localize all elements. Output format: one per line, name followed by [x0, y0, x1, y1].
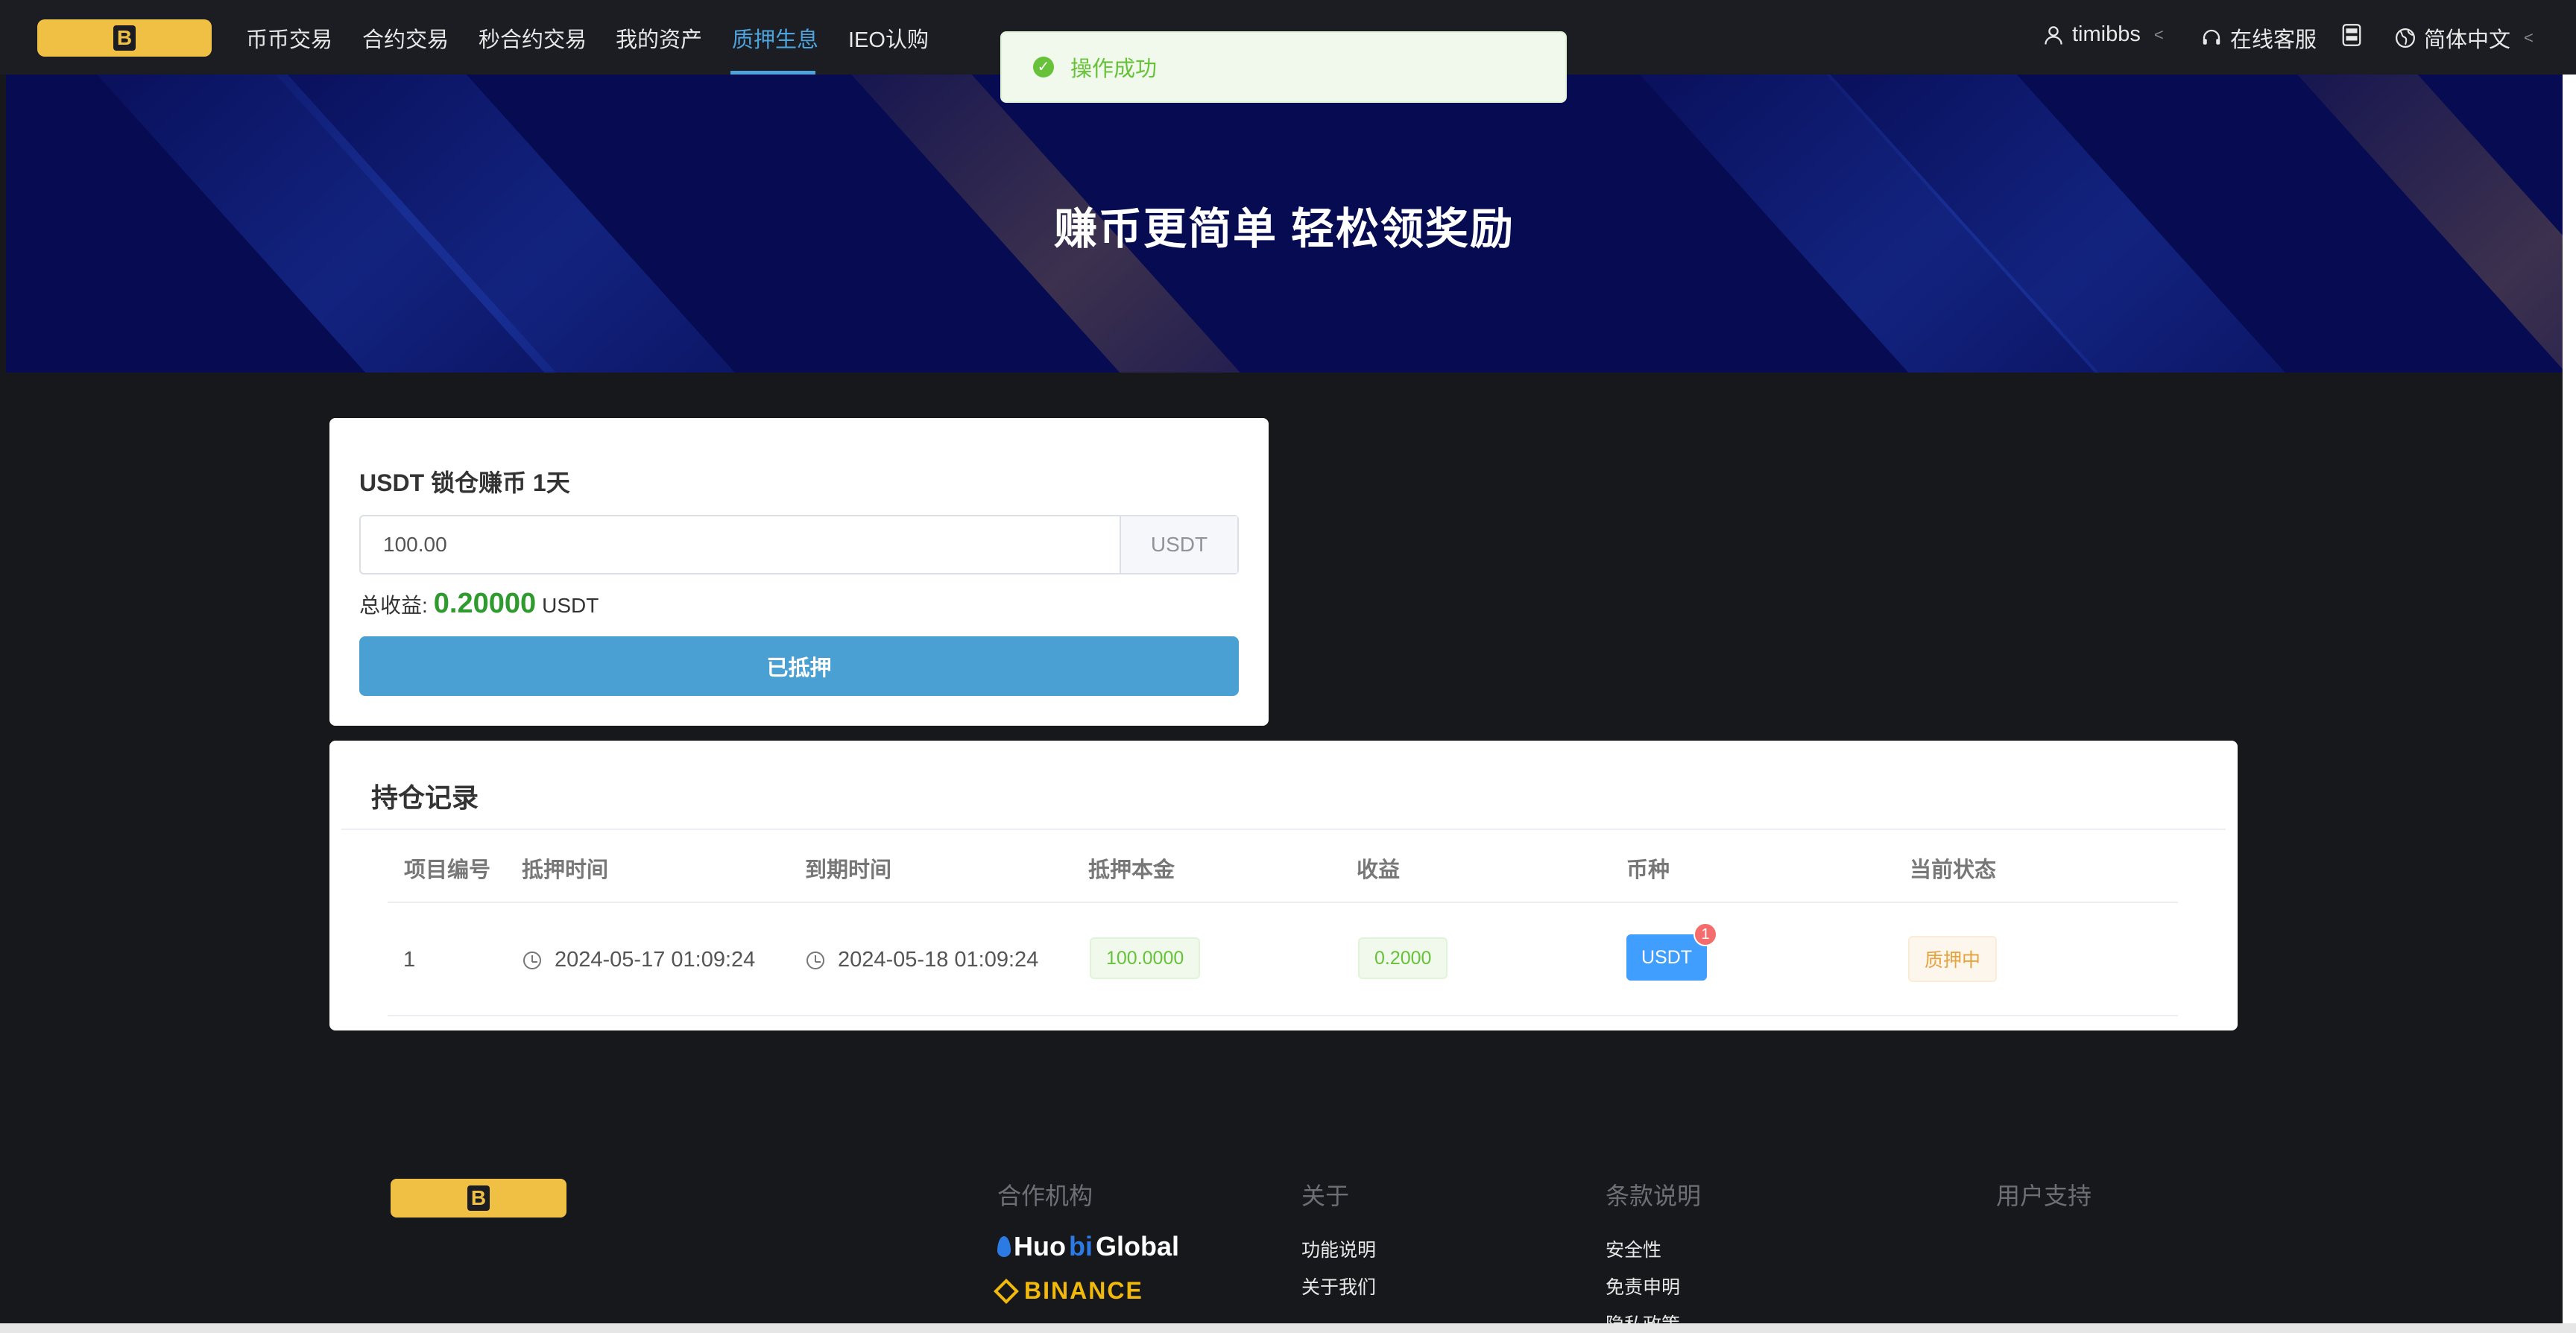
- online-support[interactable]: 在线客服: [2200, 22, 2317, 54]
- chevron-left-icon: <: [2524, 28, 2534, 47]
- nav-item-my-assets[interactable]: 我的资产: [616, 22, 702, 54]
- footer-about-title: 关于: [1301, 1182, 1350, 1209]
- headset-icon: [2203, 29, 2220, 45]
- brand-logo[interactable]: B: [37, 19, 212, 57]
- clock-icon: [523, 951, 541, 969]
- logo-mark: B: [467, 1185, 490, 1211]
- footer-logo[interactable]: B: [391, 1179, 566, 1218]
- end-time-text: 2024-05-18 01:09:24: [838, 948, 1039, 972]
- check-circle-icon: ✓: [1033, 57, 1054, 77]
- success-toast: ✓ 操作成功: [1000, 31, 1567, 103]
- status-badge: 质押中: [1908, 936, 1998, 982]
- download-app-button[interactable]: [2340, 22, 2363, 48]
- profit-value: 0.20000: [433, 588, 537, 619]
- clock-icon: [806, 951, 824, 969]
- row-divider: [388, 1015, 2178, 1016]
- footer-terms-title: 条款说明: [1606, 1182, 1702, 1209]
- profit-tag: 0.2000: [1358, 937, 1448, 979]
- divider: [341, 829, 2226, 830]
- column-header-end-time: 到期时间: [805, 858, 892, 882]
- cell-start-time: 2024-05-17 01:09:24: [523, 948, 755, 972]
- nav-item-contract-trading[interactable]: 合约交易: [362, 22, 449, 54]
- username: timibbs: [2072, 22, 2141, 46]
- column-header-status: 当前状态: [1910, 858, 1997, 882]
- stake-form-card: USDT 锁仓赚币 1天 USDT 总收益: 0.20000 USDT 已抵押: [329, 418, 1269, 726]
- stake-title: USDT 锁仓赚币 1天: [359, 469, 570, 496]
- toast-message: 操作成功: [1070, 57, 1158, 81]
- column-header-coin: 币种: [1626, 858, 1670, 882]
- footer-partners-title: 合作机构: [997, 1182, 1093, 1209]
- principal-tag: 100.0000: [1090, 937, 1201, 979]
- amount-field[interactable]: USDT: [359, 515, 1239, 574]
- chevron-left-icon: <: [2153, 25, 2164, 44]
- flame-icon: [997, 1236, 1011, 1257]
- start-time-text: 2024-05-17 01:09:24: [555, 948, 756, 972]
- scrollbar-track[interactable]: [2563, 75, 2576, 1333]
- globe-icon: [2396, 28, 2415, 48]
- window-bottom-edge: [0, 1323, 2576, 1333]
- amount-input[interactable]: [361, 516, 1120, 573]
- banner-title: 赚币更简单 轻松领奖励: [1053, 205, 1515, 253]
- language-label: 简体中文: [2424, 28, 2511, 52]
- cell-end-time: 2024-05-18 01:09:24: [806, 948, 1038, 972]
- nav-item-staking[interactable]: 质押生息: [732, 22, 818, 54]
- column-header-principal: 抵押本金: [1088, 858, 1175, 882]
- notification-badge: 1: [1693, 922, 1717, 946]
- binance-logo: BINANCE: [994, 1277, 1143, 1305]
- table-header-divider: [388, 902, 2178, 903]
- user-icon: [2045, 25, 2062, 45]
- nav-item-ieo[interactable]: IEO认购: [848, 22, 929, 54]
- footer-link-disclaimer[interactable]: 免责申明: [1606, 1273, 1680, 1299]
- nav-item-spot-trading[interactable]: 币币交易: [246, 22, 332, 54]
- profit-label: 总收益:: [359, 594, 428, 617]
- footer-support-title: 用户支持: [1996, 1182, 2092, 1209]
- positions-card: 持仓记录 项目编号 抵押时间 到期时间 抵押本金 收益 币种 当前状态: [329, 741, 2238, 1030]
- language-selector[interactable]: 简体中文 <: [2394, 22, 2534, 54]
- column-header-id: 项目编号: [404, 858, 491, 882]
- total-profit: 总收益: 0.20000 USDT: [359, 588, 599, 620]
- footer-link-features[interactable]: 功能说明: [1301, 1235, 1376, 1262]
- footer-link-security[interactable]: 安全性: [1606, 1235, 1661, 1262]
- binance-diamond-icon: [994, 1278, 1019, 1304]
- amount-unit: USDT: [1120, 516, 1237, 573]
- records-title: 持仓记录: [371, 782, 479, 813]
- footer-link-about-us[interactable]: 关于我们: [1301, 1273, 1376, 1299]
- user-menu[interactable]: timibbs <: [2042, 22, 2164, 47]
- logo-mark: B: [113, 25, 136, 51]
- coin-button[interactable]: USDT: [1626, 934, 1707, 981]
- column-header-start-time: 抵押时间: [522, 858, 609, 882]
- column-header-profit: 收益: [1357, 858, 1401, 882]
- cell-id: 1: [403, 948, 416, 972]
- app-download-icon: [2342, 24, 2361, 46]
- hero-banner: 赚币更简单 轻松领奖励: [6, 75, 2563, 373]
- nav-item-second-contract[interactable]: 秒合约交易: [479, 22, 587, 54]
- huobi-global-logo: Huo bi Global: [997, 1231, 1179, 1262]
- staked-button[interactable]: 已抵押: [359, 636, 1239, 696]
- profit-unit: USDT: [542, 594, 599, 617]
- support-label: 在线客服: [2230, 28, 2317, 52]
